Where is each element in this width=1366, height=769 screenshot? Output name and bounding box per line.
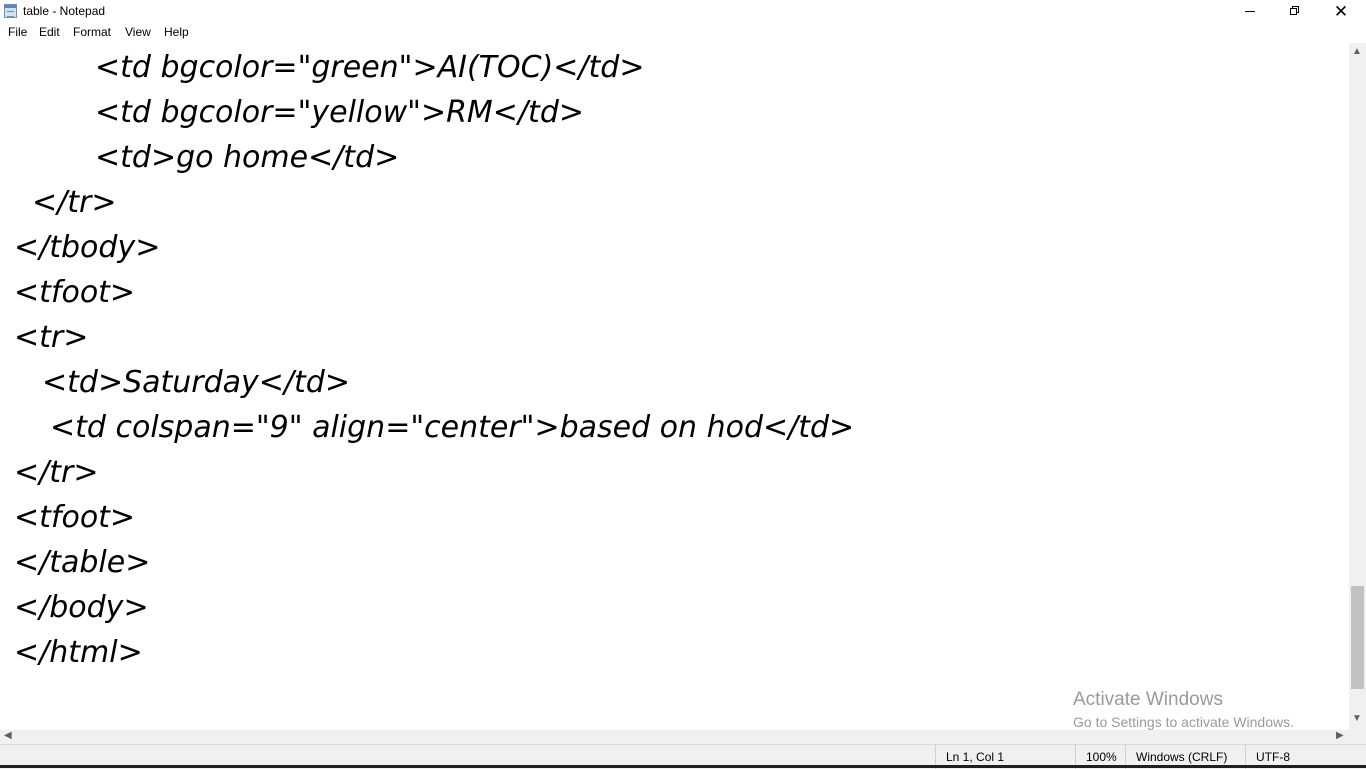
editor-line: <tfoot> xyxy=(14,275,136,310)
editor-line: <td bgcolor="green">AI(TOC)</td> xyxy=(95,50,645,85)
editor-line: </html> xyxy=(14,635,143,670)
scroll-left-icon[interactable]: ◀ xyxy=(4,730,12,741)
vertical-scrollbar[interactable]: ▲ ▼ xyxy=(1349,43,1366,730)
editor-line: <td>go home</td> xyxy=(95,140,400,175)
scroll-right-icon[interactable]: ▶ xyxy=(1336,730,1344,741)
close-button[interactable]: ✕ xyxy=(1318,0,1364,22)
close-icon: ✕ xyxy=(1333,1,1349,21)
menu-bar: File Edit Format View Help xyxy=(0,22,1366,44)
activation-watermark-subtitle: Go to Settings to activate Windows. xyxy=(1073,714,1294,730)
editor-line: </table> xyxy=(14,545,151,580)
minimize-button[interactable] xyxy=(1227,0,1273,22)
scroll-down-icon[interactable]: ▼ xyxy=(1352,713,1362,724)
editor-line: <tfoot> xyxy=(14,500,136,535)
menu-format[interactable]: Format xyxy=(73,25,111,39)
editor-line: <tr> xyxy=(14,320,89,355)
menu-help[interactable]: Help xyxy=(164,25,189,39)
scrollbar-corner xyxy=(1349,730,1366,744)
menu-file[interactable]: File xyxy=(8,25,27,39)
window-title: table - Notepad xyxy=(23,4,106,18)
restore-button[interactable] xyxy=(1272,0,1318,22)
scroll-up-icon[interactable]: ▲ xyxy=(1352,46,1362,57)
editor-line: </tbody> xyxy=(14,230,161,265)
restore-icon xyxy=(1290,6,1300,16)
text-editor[interactable]: <td bgcolor="green">AI(TOC)</td> <td bgc… xyxy=(0,43,1349,730)
editor-line: <td colspan="9" align="center">based on … xyxy=(50,410,855,445)
vertical-scroll-thumb[interactable] xyxy=(1351,586,1364,689)
minimize-icon xyxy=(1245,10,1255,12)
title-bar[interactable]: table - Notepad ✕ xyxy=(0,0,1366,22)
activation-watermark-title: Activate Windows xyxy=(1073,689,1223,710)
menu-view[interactable]: View xyxy=(125,25,151,39)
editor-line: </tr> xyxy=(14,455,99,490)
horizontal-scrollbar[interactable]: ◀ ▶ xyxy=(0,730,1349,744)
editor-line: </tr> xyxy=(32,185,117,220)
editor-line: <td bgcolor="yellow">RM</td> xyxy=(95,95,584,130)
menu-edit[interactable]: Edit xyxy=(39,25,60,39)
notepad-icon xyxy=(4,4,17,18)
editor-line: <td>Saturday</td> xyxy=(42,365,350,400)
editor-line: </body> xyxy=(14,590,149,625)
